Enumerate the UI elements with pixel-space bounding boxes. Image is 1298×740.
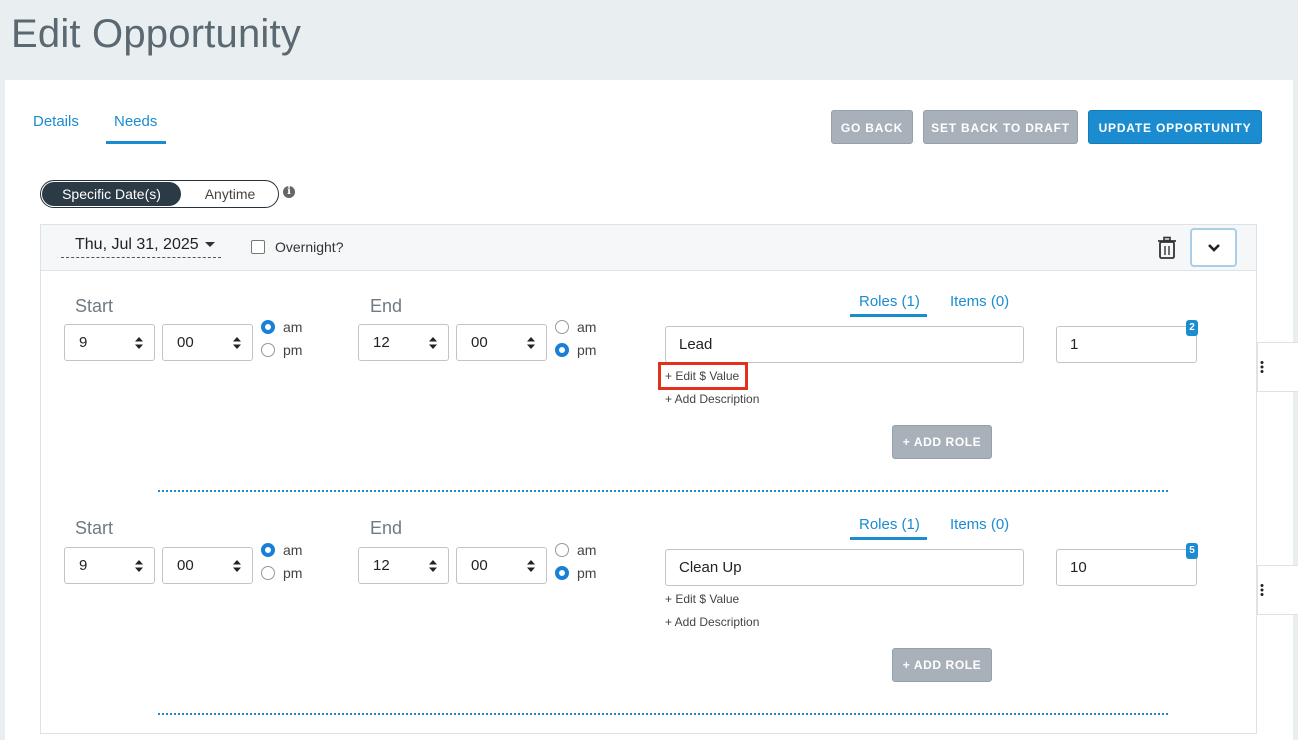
end-am-label: am — [577, 319, 597, 335]
kebab-menu-icon[interactable] — [1260, 584, 1264, 596]
tab-roles[interactable]: Roles (1) — [859, 293, 920, 310]
edit-value-link[interactable]: + Edit $ Value — [665, 592, 739, 606]
tab-roles-active-indicator — [850, 314, 927, 317]
role-name-input[interactable]: Lead — [665, 326, 1024, 363]
end-hour-value: 12 — [373, 334, 390, 351]
up-down-caret-icon — [135, 337, 143, 349]
shift-divider — [158, 713, 1168, 715]
role-count-input[interactable]: 10 — [1056, 549, 1197, 586]
shift-divider — [158, 490, 1168, 492]
date-value: Thu, Jul 31, 2025 — [75, 236, 199, 253]
start-label: Start — [75, 518, 114, 538]
update-opportunity-button[interactable]: UPDATE OPPORTUNITY — [1088, 110, 1262, 144]
end-pm-radio[interactable] — [555, 343, 569, 357]
overnight-label: Overnight? — [275, 239, 344, 255]
start-hour-value: 9 — [79, 557, 88, 574]
toggle-specific-dates[interactable]: Specific Date(s) — [42, 182, 181, 206]
tab-items[interactable]: Items (0) — [950, 293, 1009, 310]
add-description-link[interactable]: + Add Description — [665, 392, 759, 406]
start-pm-label: pm — [283, 565, 303, 581]
start-am-label: am — [283, 542, 303, 558]
end-pm-radio[interactable] — [555, 566, 569, 580]
role-name-input[interactable]: Clean Up — [665, 549, 1024, 586]
start-pm-label: pm — [283, 342, 303, 358]
end-hour-value: 12 — [373, 557, 390, 574]
end-hour-select[interactable]: 12 — [358, 547, 449, 584]
role-count-input[interactable]: 1 — [1056, 326, 1197, 363]
up-down-caret-icon — [429, 560, 437, 572]
date-block — [40, 224, 1257, 734]
start-am-label: am — [283, 319, 303, 335]
add-role-button[interactable]: + ADD ROLE — [892, 648, 992, 682]
tab-roles-active-indicator — [850, 537, 927, 540]
up-down-caret-icon — [527, 337, 535, 349]
start-minute-value: 00 — [177, 334, 194, 351]
end-am-radio[interactable] — [555, 320, 569, 334]
up-down-caret-icon — [233, 560, 241, 572]
end-pm-label: pm — [577, 565, 597, 581]
start-label: Start — [75, 296, 114, 316]
start-hour-select[interactable]: 9 — [64, 324, 155, 361]
date-picker[interactable]: Thu, Jul 31, 2025 — [61, 236, 221, 258]
end-am-label: am — [577, 542, 597, 558]
end-am-radio[interactable] — [555, 543, 569, 557]
info-icon[interactable]: i — [283, 186, 295, 198]
toggle-anytime[interactable]: Anytime — [181, 182, 279, 206]
go-back-button[interactable]: GO BACK — [831, 110, 913, 144]
add-role-button[interactable]: + ADD ROLE — [892, 425, 992, 459]
start-minute-value: 00 — [177, 557, 194, 574]
tab-items[interactable]: Items (0) — [950, 516, 1009, 533]
up-down-caret-icon — [429, 337, 437, 349]
end-minute-select[interactable]: 00 — [456, 547, 547, 584]
up-down-caret-icon — [135, 560, 143, 572]
date-header — [41, 225, 1256, 271]
start-am-radio[interactable] — [261, 320, 275, 334]
start-hour-select[interactable]: 9 — [64, 547, 155, 584]
tab-roles[interactable]: Roles (1) — [859, 516, 920, 533]
end-hour-select[interactable]: 12 — [358, 324, 449, 361]
trash-icon[interactable] — [1157, 236, 1177, 260]
role-count-badge: 5 — [1186, 543, 1198, 559]
end-minute-select[interactable]: 00 — [456, 324, 547, 361]
caret-down-icon — [204, 242, 215, 248]
end-label: End — [370, 518, 403, 538]
tab-details[interactable]: Details — [33, 113, 79, 130]
start-pm-radio[interactable] — [261, 566, 275, 580]
overnight-checkbox[interactable] — [251, 240, 265, 254]
up-down-caret-icon — [233, 337, 241, 349]
end-minute-value: 00 — [471, 334, 488, 351]
start-minute-select[interactable]: 00 — [162, 547, 253, 584]
role-count-badge: 2 — [1186, 320, 1198, 336]
add-description-link[interactable]: + Add Description — [665, 615, 759, 629]
end-pm-label: pm — [577, 342, 597, 358]
highlight-box — [658, 362, 748, 390]
chevron-down-icon — [1208, 244, 1220, 252]
start-am-radio[interactable] — [261, 543, 275, 557]
page-title: Edit Opportunity — [11, 12, 302, 56]
collapse-button[interactable] — [1190, 228, 1237, 267]
start-minute-select[interactable]: 00 — [162, 324, 253, 361]
end-minute-value: 00 — [471, 557, 488, 574]
end-label: End — [370, 296, 403, 316]
tab-needs-active-indicator — [106, 141, 166, 144]
up-down-caret-icon — [527, 560, 535, 572]
start-pm-radio[interactable] — [261, 343, 275, 357]
start-hour-value: 9 — [79, 334, 88, 351]
kebab-menu-icon[interactable] — [1260, 361, 1264, 373]
set-back-to-draft-button[interactable]: SET BACK TO DRAFT — [923, 110, 1078, 144]
tab-needs[interactable]: Needs — [114, 113, 157, 130]
